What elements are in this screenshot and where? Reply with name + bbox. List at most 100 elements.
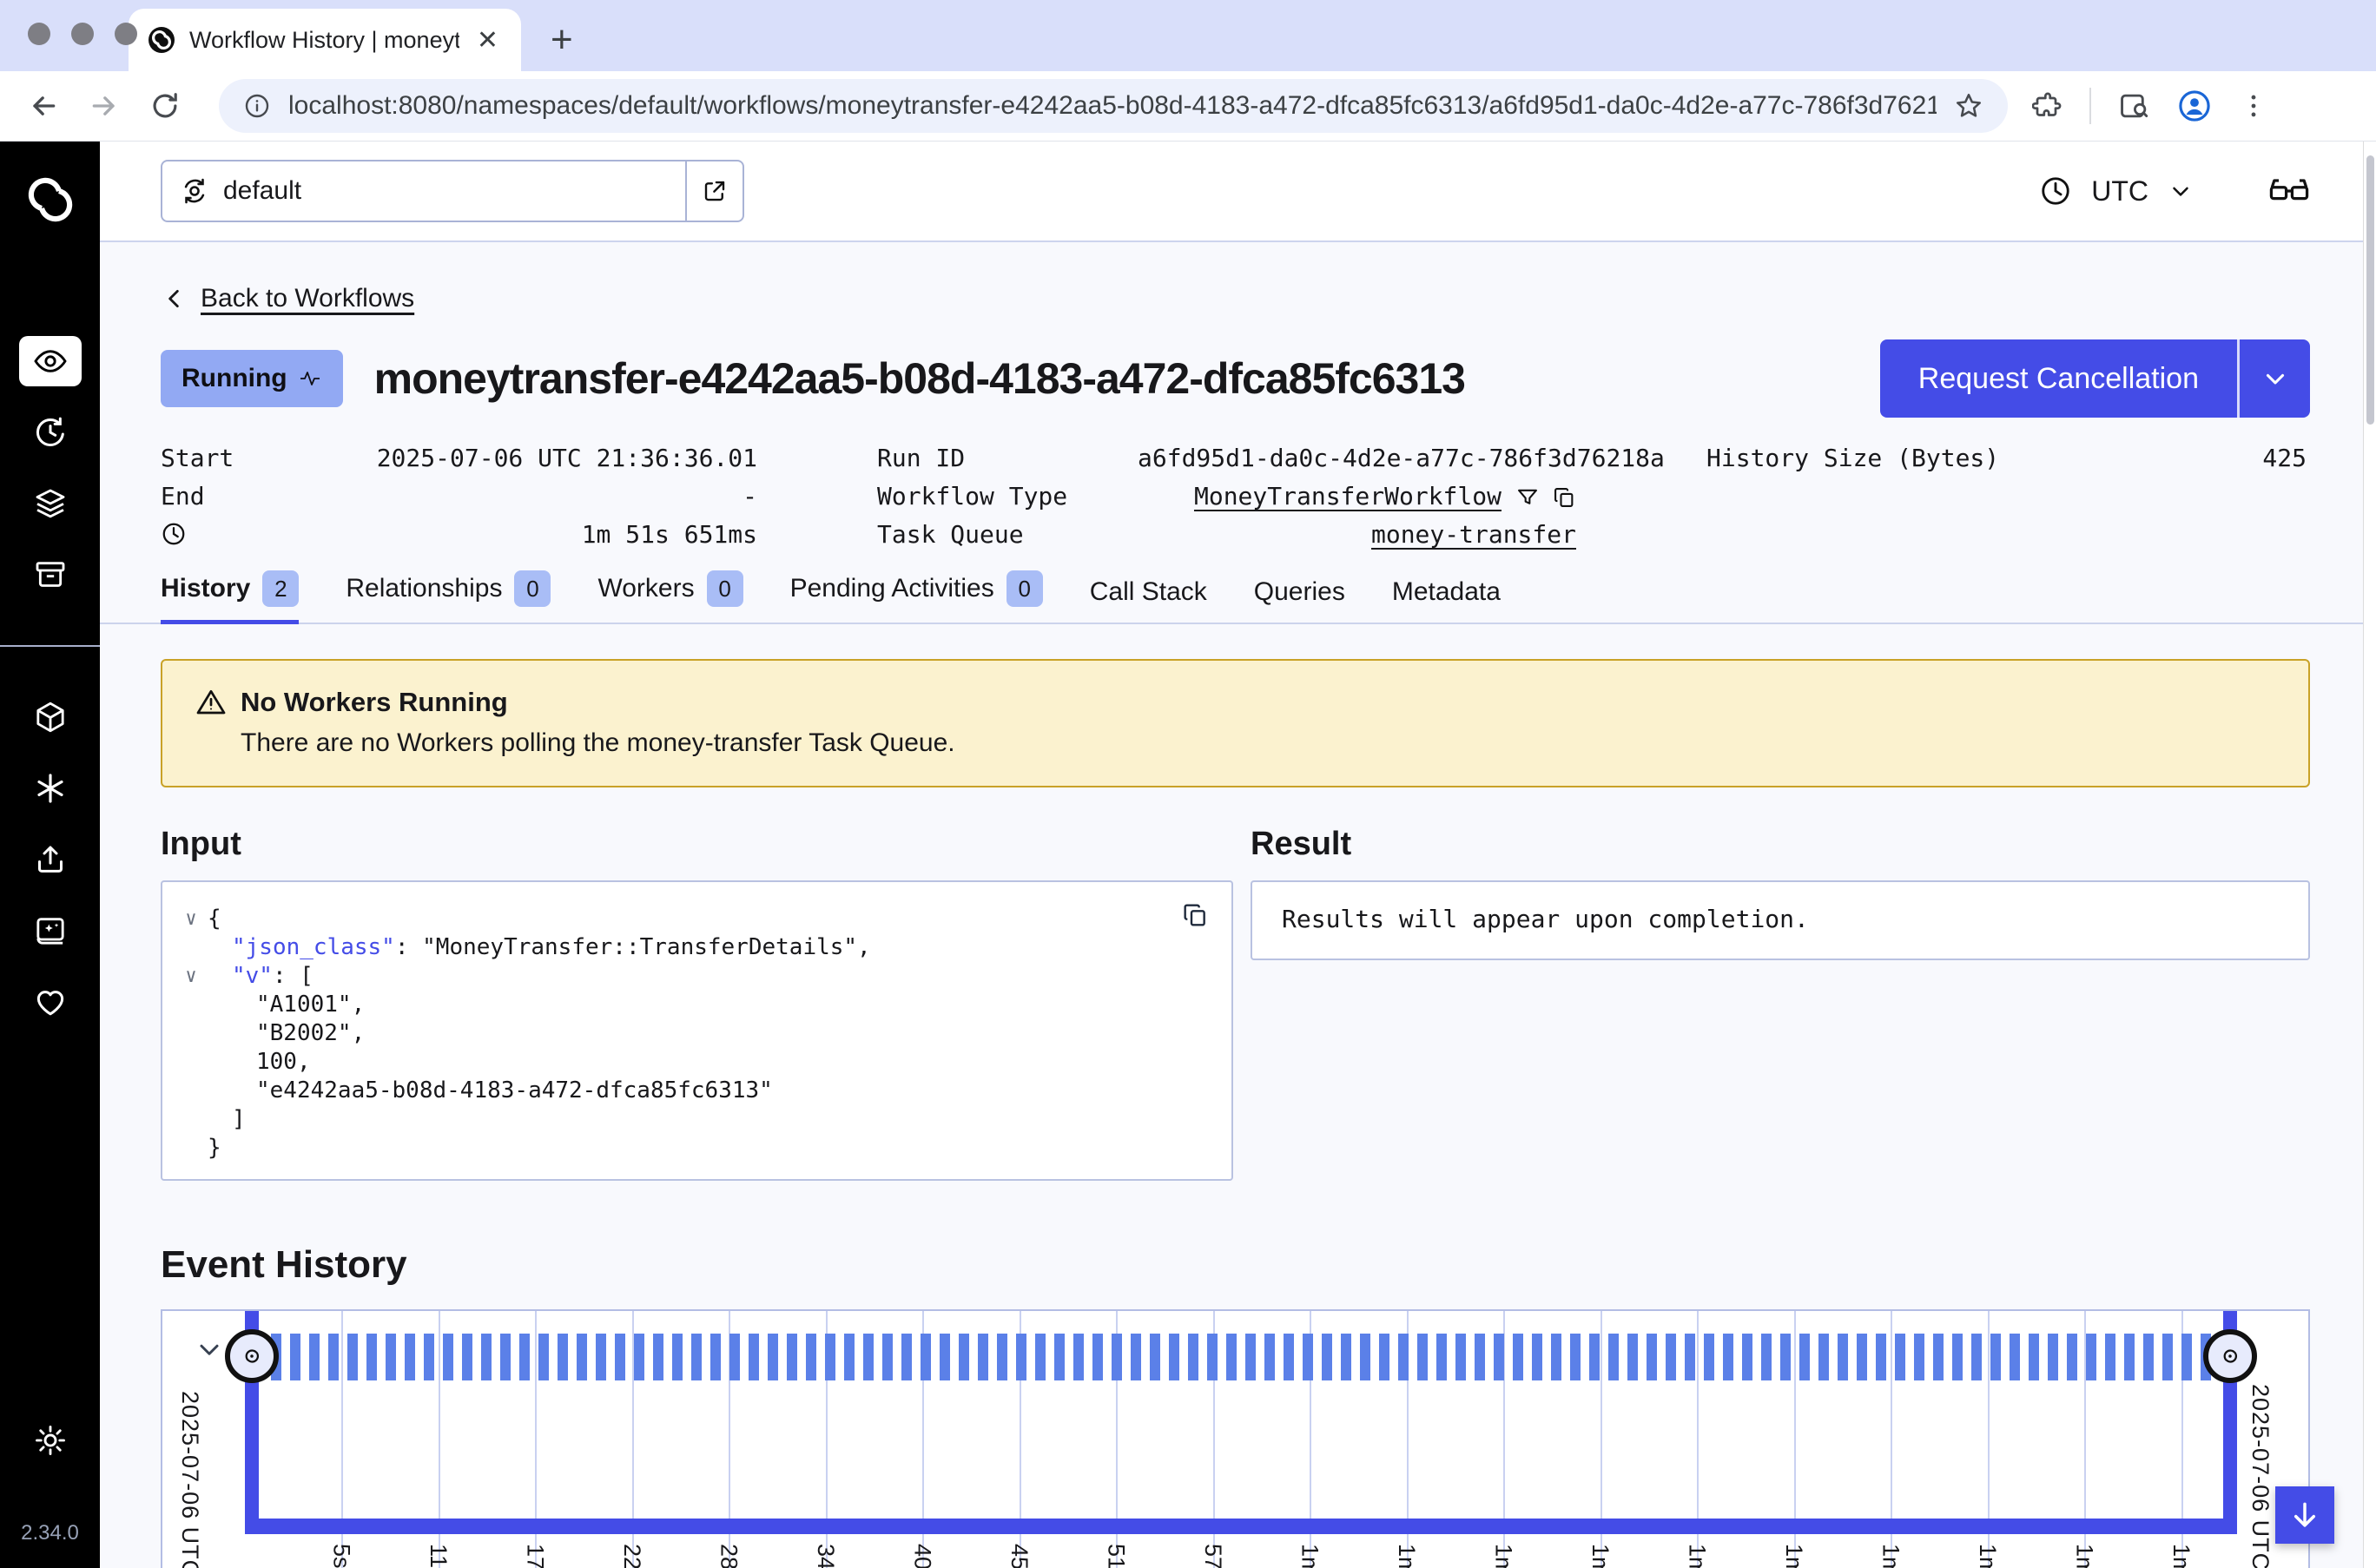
namespace-name: default	[223, 176, 685, 206]
sidebar-item-archive[interactable]	[19, 550, 82, 600]
scrollbar-thumb[interactable]	[2366, 155, 2374, 425]
window-zoom-button[interactable]	[115, 23, 137, 45]
namespace-icon	[180, 176, 209, 206]
workflow-details: Start 2025-07-06 UTC 21:36:36.01 End - 1…	[161, 438, 2310, 553]
back-to-workflows-link[interactable]: Back to Workflows	[201, 284, 414, 313]
timeline-tick-label: 1m	[2168, 1544, 2194, 1568]
collapse-chevron-icon[interactable]: ∨	[175, 962, 208, 991]
start-label: Start	[161, 444, 352, 472]
window-controls[interactable]	[28, 23, 137, 45]
input-copy-icon[interactable]	[1181, 901, 1209, 929]
sidebar-item-workflows[interactable]	[19, 336, 82, 386]
event-history-timeline: 2025-07-06 UTC 21:36:36.01 2025-07-06 UT…	[161, 1309, 2310, 1568]
workflow-type-link[interactable]: MoneyTransferWorkflow	[1194, 482, 1502, 511]
timeline-tick-label: 28s	[716, 1544, 742, 1568]
copy-icon[interactable]	[1552, 485, 1576, 510]
json-line: ]	[175, 1105, 1205, 1134]
temporal-favicon-icon	[148, 26, 175, 54]
sidebar-item-feedback[interactable]	[19, 906, 82, 956]
sidebar-item-import[interactable]	[19, 834, 82, 885]
url-bar[interactable]: localhost:8080/namespaces/default/workfl…	[219, 79, 2008, 133]
tab-count-badge: 0	[707, 570, 743, 607]
duration-value: 1m 51s 651ms	[352, 520, 757, 549]
timezone-selector[interactable]: UTC	[2091, 175, 2148, 208]
new-tab-button[interactable]: +	[551, 23, 573, 57]
event-history-heading: Event History	[161, 1243, 2310, 1287]
scroll-to-bottom-button[interactable]	[2275, 1486, 2334, 1544]
no-workers-warning: No Workers Running There are no Workers …	[161, 659, 2310, 787]
heartbeat-icon	[298, 369, 322, 388]
site-info-icon[interactable]	[243, 92, 271, 120]
request-cancellation-split-button: Request Cancellation	[1880, 339, 2310, 418]
labs-glasses-icon[interactable]	[2268, 175, 2310, 208]
warning-message: There are no Workers polling the money-t…	[241, 728, 2275, 758]
sidebar-item-support-heart[interactable]	[19, 977, 82, 1027]
collapse-chevron-icon[interactable]: ∨	[175, 905, 208, 933]
extensions-puzzle-icon[interactable]	[2032, 90, 2063, 122]
sidebar-item-labs[interactable]	[19, 763, 82, 814]
theme-toggle-sun-icon[interactable]	[19, 1415, 82, 1466]
timeline-tick-label: 1m	[1393, 1544, 1420, 1568]
tab-queries[interactable]: Queries	[1254, 577, 1345, 623]
tab-relationships[interactable]: Relationships0	[346, 570, 551, 623]
tab-call-stack[interactable]: Call Stack	[1090, 577, 1207, 623]
request-cancellation-button[interactable]: Request Cancellation	[1880, 339, 2237, 418]
window-minimize-button[interactable]	[71, 23, 94, 45]
tab-search-icon[interactable]	[2117, 89, 2150, 122]
sidebar-item-batch-operations[interactable]	[19, 478, 82, 529]
duration-clock-icon	[161, 521, 352, 547]
history-size-value: 425	[2054, 444, 2307, 472]
filter-icon[interactable]	[1515, 485, 1540, 510]
tab-history[interactable]: History2	[161, 570, 299, 624]
input-heading: Input	[161, 826, 1233, 863]
back-arrow-icon[interactable]	[24, 87, 63, 125]
browser-menu-icon[interactable]	[2239, 91, 2268, 121]
tabs: History2Relationships0Workers0Pending Ac…	[100, 570, 2376, 624]
tab-label: Call Stack	[1090, 577, 1207, 607]
namespace-external-link-icon[interactable]	[685, 161, 742, 221]
workflow-started-node[interactable]	[225, 1329, 279, 1383]
reload-icon[interactable]	[146, 87, 184, 125]
timeline-tick-label: 1m	[1490, 1544, 1517, 1568]
tab-label: Workers	[597, 574, 694, 603]
result-heading: Result	[1251, 826, 2310, 863]
browser-tab[interactable]: Workflow History | moneytran ✕	[129, 9, 521, 71]
forward-arrow-icon[interactable]	[85, 87, 123, 125]
timeline-tick-label: 1m	[1780, 1544, 1807, 1568]
timeline-end-timestamp: 2025-07-06 UTC 2	[2247, 1384, 2274, 1568]
timeline-tick-label: 1m	[1297, 1544, 1323, 1568]
task-queue-link[interactable]: money-transfer	[1371, 520, 1576, 549]
workflow-task-node[interactable]	[2203, 1329, 2257, 1383]
tab-metadata[interactable]: Metadata	[1392, 577, 1501, 623]
clock-icon	[2039, 175, 2072, 208]
tab-label: Queries	[1254, 577, 1345, 607]
end-value: -	[352, 482, 757, 511]
cancel-menu-caret[interactable]	[2237, 339, 2310, 418]
page-scrollbar[interactable]	[2363, 142, 2376, 1568]
arrow-down-icon	[2288, 1499, 2321, 1532]
chevron-down-icon[interactable]	[2168, 178, 2194, 204]
json-line: 100,	[175, 1048, 1205, 1077]
namespace-selector[interactable]: default	[161, 160, 744, 222]
sidebar-item-nexus[interactable]	[19, 692, 82, 742]
timeline-tick-label: 1m	[1684, 1544, 1711, 1568]
end-label: End	[161, 482, 352, 511]
tab-workers[interactable]: Workers 0	[597, 570, 742, 623]
window-close-button[interactable]	[28, 23, 50, 45]
run-id-label: Run ID	[877, 444, 1138, 472]
workflow-title: moneytransfer-e4242aa5-b08d-4183-a472-df…	[374, 353, 1880, 404]
timeline-tick-label: 1m	[1587, 1544, 1614, 1568]
json-line: "json_class": "MoneyTransfer::TransferDe…	[175, 933, 1205, 962]
workflow-type-value: MoneyTransferWorkflow	[1138, 482, 1576, 511]
timeline-collapse-chevron-icon[interactable]	[194, 1334, 225, 1365]
browser-toolbar: localhost:8080/namespaces/default/workfl…	[0, 71, 2376, 142]
json-viewer: ∨{"json_class": "MoneyTransfer::Transfer…	[175, 905, 1205, 1163]
tab-close-icon[interactable]: ✕	[473, 25, 502, 56]
tab-pending-activities[interactable]: Pending Activities 0	[790, 570, 1043, 623]
bookmark-star-icon[interactable]	[1954, 91, 1983, 121]
sidebar-item-schedules[interactable]	[19, 407, 82, 458]
tab-label: Pending Activities	[790, 574, 994, 603]
tab-count-badge: 0	[1006, 570, 1043, 607]
profile-avatar-icon[interactable]	[2176, 88, 2213, 124]
temporal-logo[interactable]	[25, 175, 76, 225]
